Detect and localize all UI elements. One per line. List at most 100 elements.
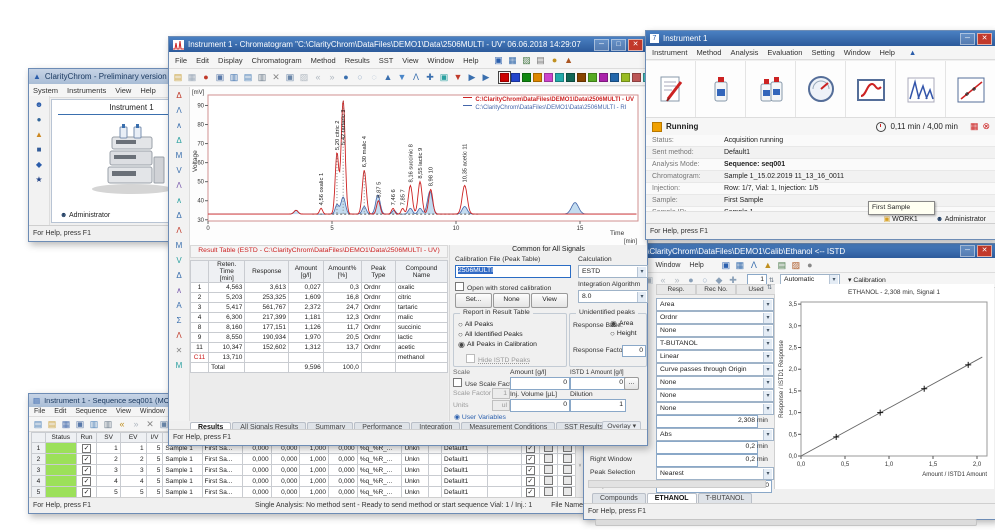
user-button[interactable]: ☻ Administrator: [936, 216, 986, 223]
sequence-cell[interactable]: [45, 476, 76, 487]
signal-color-1[interactable]: [500, 73, 509, 82]
cutoff-tool-icon[interactable]: V: [172, 255, 186, 267]
data-acquisition-button[interactable]: [846, 61, 896, 117]
menu-evaluation[interactable]: Evaluation: [766, 48, 803, 57]
sum-tool-icon[interactable]: Σ: [172, 315, 186, 327]
compound-param-dropdown[interactable]: Curve passes through Origin▾: [656, 363, 774, 376]
inj-volume-input[interactable]: 0: [510, 399, 570, 412]
compound-param-dropdown[interactable]: Ordnr▾: [656, 311, 774, 324]
menu-setting[interactable]: Setting: [810, 48, 835, 57]
zoom-icon[interactable]: ●: [340, 71, 352, 83]
menu-file[interactable]: File: [174, 56, 188, 65]
print-icon[interactable]: ▥: [102, 418, 114, 430]
sequence-cell[interactable]: Unkn: [402, 476, 429, 487]
sequence-cell[interactable]: [558, 465, 577, 476]
copy-icon[interactable]: ▣: [284, 71, 296, 83]
close-button[interactable]: ✕: [977, 33, 992, 45]
sequence-cell[interactable]: First Sa...: [202, 465, 243, 476]
menu-method[interactable]: Method: [310, 56, 337, 65]
text-tool-icon[interactable]: A: [172, 300, 186, 312]
user-variables-link[interactable]: ◉ User Variables: [454, 413, 506, 421]
chromatogram-titlebar[interactable]: Instrument 1 - Chromatogram "C:\ClarityC…: [169, 37, 647, 52]
report-mini-icon[interactable]: ▤: [535, 54, 547, 66]
sequence-cell[interactable]: Unkn: [402, 454, 429, 465]
menu-edit[interactable]: Edit: [53, 408, 67, 415]
menu-edit[interactable]: Edit: [195, 56, 210, 65]
users-icon[interactable]: ◆: [32, 159, 46, 171]
network-icon[interactable]: ★: [32, 174, 46, 186]
compound-param-dropdown[interactable]: None▾: [656, 389, 774, 402]
chart-icon[interactable]: ▨: [790, 259, 802, 271]
signal-color-6[interactable]: [555, 73, 564, 82]
open-icon[interactable]: ▤: [172, 71, 184, 83]
zoom-out-icon[interactable]: ○: [354, 71, 366, 83]
field-input[interactable]: 0,2: [656, 441, 758, 454]
sequence-cell[interactable]: 5: [146, 487, 163, 498]
calib-blue-icon[interactable]: ▣: [720, 259, 732, 271]
tab-t-butanol[interactable]: T-BUTANOL: [698, 493, 753, 503]
sequence-cell[interactable]: 1,000: [300, 465, 329, 476]
menu-chromatogram[interactable]: Chromatogram: [251, 56, 303, 65]
sequence-cell[interactable]: Default1: [442, 487, 488, 498]
sequence-cell[interactable]: [45, 487, 76, 498]
info-mini-icon[interactable]: ●: [549, 54, 561, 66]
sequence-cell[interactable]: 1: [32, 443, 46, 454]
menu-sst[interactable]: SST: [378, 56, 395, 65]
field-dropdown[interactable]: Nearest▾: [656, 467, 774, 480]
sequence-cell[interactable]: 2: [120, 454, 146, 465]
sequence-cell[interactable]: 0,000: [329, 487, 358, 498]
calibration-button[interactable]: [946, 61, 995, 117]
cut-icon[interactable]: ✕: [270, 71, 282, 83]
bottom-scrollbar[interactable]: [595, 519, 977, 526]
sequence-cell[interactable]: 4: [32, 476, 46, 487]
field-input[interactable]: 0,2: [656, 454, 758, 467]
sequence-cell[interactable]: Sample 1: [163, 465, 202, 476]
sequence-cell[interactable]: 0,000: [243, 487, 272, 498]
start-tool-icon[interactable]: Δ: [172, 210, 186, 222]
report-icon[interactable]: ▣: [74, 418, 86, 430]
istd-amount-input[interactable]: 0: [570, 377, 626, 390]
sequence-cell[interactable]: 0,000: [329, 465, 358, 476]
lock-icon[interactable]: ▼: [452, 71, 464, 83]
compound-param-dropdown[interactable]: T-BUTANOL▾: [656, 337, 774, 350]
chromatogram-overlay-icon[interactable]: ▦: [507, 54, 519, 66]
sequence-cell[interactable]: %q_%R_...: [357, 465, 402, 476]
sequence-cell[interactable]: [487, 465, 521, 476]
copy-result-icon[interactable]: ▥: [228, 71, 240, 83]
gear-icon[interactable]: ●: [32, 114, 46, 126]
sequence-cell[interactable]: ✓: [76, 487, 97, 498]
sequence-cell[interactable]: [558, 487, 577, 498]
use-scale-checkbox[interactable]: Use Scale Factor: [453, 378, 517, 388]
sequence-cell[interactable]: First Sa...: [202, 487, 243, 498]
erase-tool-icon[interactable]: ✕: [172, 345, 186, 357]
sequence-cell[interactable]: 5: [146, 465, 163, 476]
overlay-tool-icon[interactable]: Δ: [172, 90, 186, 102]
report-icon[interactable]: ●: [200, 71, 212, 83]
peak-tool-icon[interactable]: Δ: [172, 135, 186, 147]
signal-color-5[interactable]: [544, 73, 553, 82]
redo-icon[interactable]: »: [130, 418, 142, 430]
sequence-cell[interactable]: [540, 487, 558, 498]
print-icon[interactable]: ▥: [256, 71, 268, 83]
sequence-cell[interactable]: Sample 1: [163, 487, 202, 498]
tab-ethanol[interactable]: ETHANOL: [647, 493, 697, 503]
radio-height[interactable]: ○Height: [610, 329, 637, 339]
sequence-cell[interactable]: 5: [146, 443, 163, 454]
sequence-cell[interactable]: %q_%R_...: [357, 454, 402, 465]
peaks-icon[interactable]: Λ: [748, 259, 760, 271]
signal-color-10[interactable]: [599, 73, 608, 82]
settings-icon[interactable]: ●: [804, 259, 816, 271]
archive-icon[interactable]: ▲: [32, 129, 46, 141]
manual-tool-icon[interactable]: Δ: [172, 270, 186, 282]
sequence-cell[interactable]: 1: [97, 443, 120, 454]
sequence-cell[interactable]: 1,000: [300, 476, 329, 487]
negative-tool-icon[interactable]: V: [172, 165, 186, 177]
chromatogram-blue-icon[interactable]: ▣: [493, 54, 505, 66]
sequence-cell[interactable]: Unkn: [402, 487, 429, 498]
user-icon[interactable]: ☻: [32, 99, 46, 111]
preview-icon[interactable]: ▥: [88, 418, 100, 430]
sequence-cell[interactable]: 0,000: [271, 476, 300, 487]
open-stored-checkbox[interactable]: Open with stored calibration: [455, 282, 551, 292]
preview-icon[interactable]: ▤: [242, 71, 254, 83]
new-icon[interactable]: ▤: [32, 418, 44, 430]
